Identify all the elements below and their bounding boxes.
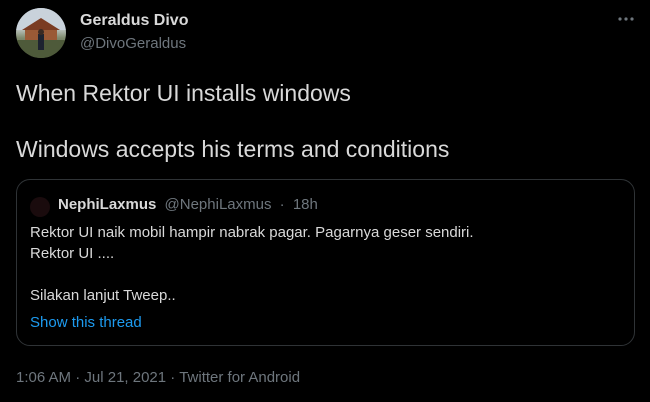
more-dots [618, 17, 634, 21]
quoted-text: Rektor UI naik mobil hampir nabrak pagar… [30, 222, 620, 306]
tweet-date[interactable]: Jul 21, 2021 [84, 369, 166, 386]
quoted-separator: · [279, 196, 285, 213]
quoted-author-name: NephiLaxmus [58, 196, 157, 213]
meta-separator: · [71, 369, 85, 386]
tweet-line: Windows accepts his terms and conditions [16, 136, 450, 162]
quoted-header: NephiLaxmus @NephiLaxmus · 18h [58, 196, 318, 213]
tweet-detail: Geraldus Divo @DivoGeraldus When Rektor … [0, 0, 650, 402]
tweet-time[interactable]: 1:06 AM [16, 369, 71, 386]
tweet-line: When Rektor UI installs windows [16, 80, 351, 106]
tweet-source[interactable]: Twitter for Android [179, 369, 300, 386]
quoted-line: Silakan lanjut Tweep.. [30, 287, 176, 304]
avatar-photo [16, 8, 66, 58]
author-name[interactable]: Geraldus Divo [80, 12, 188, 30]
show-thread-link[interactable]: Show this thread [30, 314, 142, 331]
quoted-avatar[interactable] [30, 197, 50, 217]
avatar[interactable] [16, 8, 66, 58]
quoted-line: Rektor UI .... [30, 245, 115, 262]
tweet-meta: 1:06 AM · Jul 21, 2021 · Twitter for And… [16, 369, 300, 386]
quoted-timestamp[interactable]: 18h [293, 196, 318, 213]
quoted-line [30, 264, 620, 285]
quoted-line: Rektor UI naik mobil hampir nabrak pagar… [30, 224, 474, 241]
author-handle[interactable]: @DivoGeraldus [80, 35, 186, 52]
more-horizontal-icon[interactable] [614, 10, 638, 30]
quoted-author-handle: @NephiLaxmus [164, 196, 272, 213]
tweet-text: When Rektor UI installs windows Windows … [16, 79, 636, 163]
quoted-tweet-card[interactable]: NephiLaxmus @NephiLaxmus · 18h Rektor UI… [16, 179, 635, 346]
meta-separator: · [166, 369, 180, 386]
